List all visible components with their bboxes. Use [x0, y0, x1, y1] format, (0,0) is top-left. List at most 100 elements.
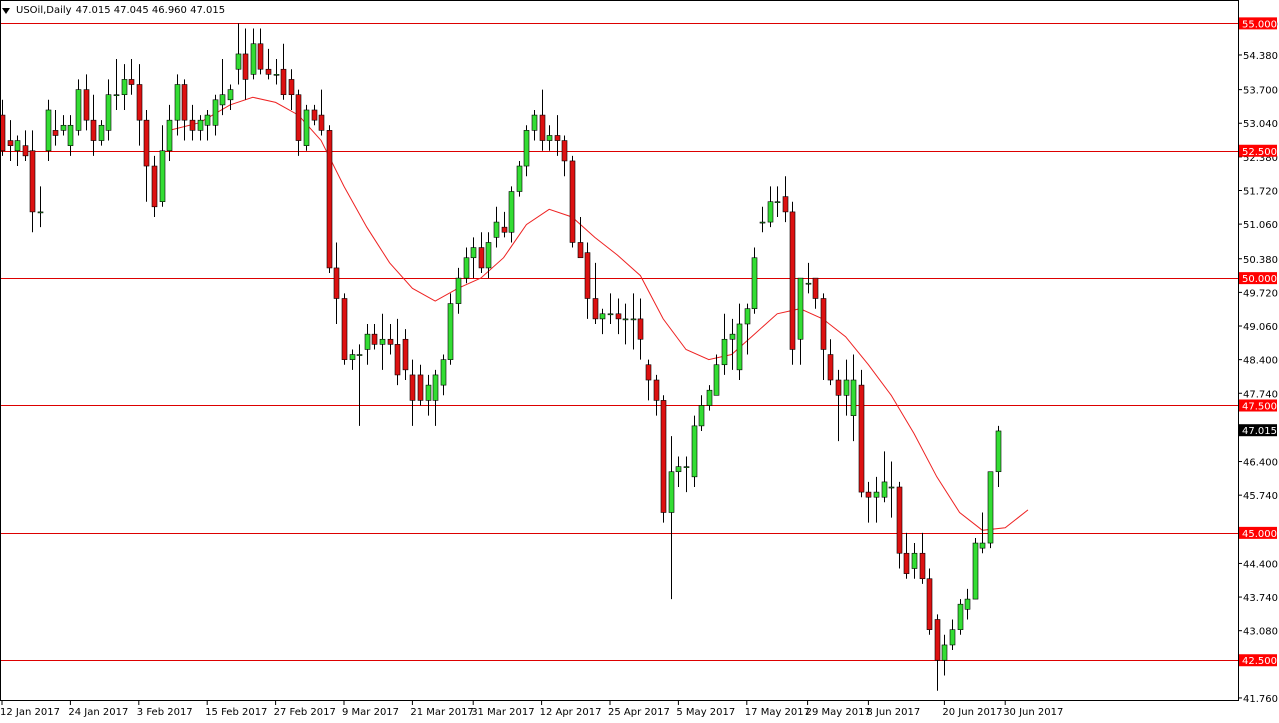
- candle-body-bull: [941, 644, 948, 661]
- candle: [7, 120, 14, 161]
- candle: [181, 79, 188, 141]
- candle-body-bull: [599, 313, 606, 320]
- candle: [485, 232, 492, 279]
- candle-body-bear: [827, 354, 834, 381]
- candle: [235, 23, 242, 85]
- y-axis-tick-label: 51.720: [1243, 186, 1278, 197]
- candle-body-bear: [341, 298, 348, 360]
- y-axis-tick-label: 53.040: [1243, 119, 1278, 130]
- y-axis-tick-label: 48.400: [1243, 356, 1278, 367]
- candle: [105, 79, 112, 141]
- candle-body-bear: [151, 165, 158, 208]
- candle: [311, 104, 318, 126]
- y-axis-tick-label: 41.760: [1243, 694, 1278, 705]
- candle: [683, 456, 690, 493]
- x-axis-tick-label: 31 Mar 2017: [471, 707, 534, 718]
- candle: [637, 298, 644, 360]
- candle: [318, 89, 325, 136]
- candle-body-bull: [736, 323, 743, 371]
- candle-body-bear: [371, 333, 378, 345]
- candle-body-bull: [349, 354, 356, 360]
- candle-body-bull: [979, 542, 986, 549]
- x-axis-tick-label: 15 Feb 2017: [205, 707, 267, 718]
- candle-body-bull: [744, 308, 751, 325]
- chart-window[interactable]: 55.00054.38053.70053.04052.38051.72051.0…: [0, 0, 1279, 723]
- x-axis-tick-label: 8 Jun 2017: [866, 707, 920, 718]
- candle: [630, 293, 637, 350]
- candle: [371, 323, 378, 350]
- candle-body-bull: [531, 114, 538, 131]
- x-axis-tick-label: 27 Feb 2017: [274, 707, 336, 718]
- candle: [706, 385, 713, 411]
- candle: [675, 456, 682, 488]
- candle: [539, 89, 546, 151]
- candle-body-bull: [159, 150, 166, 203]
- dropdown-triangle-icon[interactable]: [2, 7, 10, 14]
- candle: [516, 160, 523, 197]
- candle-body-bear: [22, 145, 29, 157]
- candle: [653, 374, 660, 416]
- candle: [394, 318, 401, 386]
- candle-body-bull: [98, 124, 105, 141]
- candle-body-bear: [242, 53, 249, 80]
- candle-body-bull: [364, 333, 371, 350]
- price-chart[interactable]: 55.00054.38053.70053.04052.38051.72051.0…: [0, 0, 1279, 723]
- candle: [326, 125, 333, 274]
- candle: [531, 109, 538, 141]
- candle: [204, 109, 211, 141]
- y-axis-tick-label: 43.740: [1243, 593, 1278, 604]
- candle-body-bull: [516, 165, 523, 192]
- candle: [957, 599, 964, 635]
- x-axis-tick-label: 5 May 2017: [676, 707, 735, 718]
- candle: [166, 104, 173, 161]
- candle: [911, 543, 918, 579]
- candle: [843, 359, 850, 416]
- candle-body-bull: [607, 313, 614, 316]
- candle-body-bear: [865, 491, 872, 498]
- ohlc-readout: 47.015 47.045 46.960 47.015: [75, 5, 226, 16]
- candle-body-bear: [926, 578, 933, 630]
- candle-body-bear: [660, 400, 667, 513]
- candle-body-bull: [485, 242, 492, 269]
- candle-body-bull: [957, 603, 964, 630]
- candle-body-bear: [539, 114, 546, 141]
- candle: [303, 104, 310, 151]
- candle: [599, 308, 606, 335]
- candle: [440, 354, 447, 396]
- candle-body-bull: [508, 191, 515, 233]
- current-price-tag-label: 47.015: [1242, 426, 1277, 437]
- chart-header: USOil,Daily 47.015 47.045 46.960 47.015: [2, 5, 225, 16]
- candle-body-bull: [850, 379, 857, 416]
- candle: [789, 201, 796, 365]
- candle: [14, 135, 21, 167]
- candle-body-bear: [903, 552, 910, 574]
- candle: [174, 74, 181, 136]
- candle-body-bull: [121, 79, 128, 96]
- candle-body-bull: [964, 598, 971, 610]
- candle-body-bull: [805, 282, 812, 285]
- candle: [964, 588, 971, 620]
- y-axis-tick-label: 50.380: [1243, 255, 1278, 266]
- x-axis-tick-label: 3 Feb 2017: [137, 707, 193, 718]
- candle-body-bull: [729, 333, 736, 340]
- candle-body-bear: [90, 119, 97, 141]
- candle: [668, 436, 675, 600]
- candle-body-bull: [440, 359, 447, 386]
- candle: [501, 211, 508, 238]
- candle: [128, 59, 135, 95]
- candle: [189, 104, 196, 141]
- candle-body-bear: [128, 79, 135, 85]
- candle: [22, 130, 29, 161]
- candle: [470, 237, 477, 279]
- x-axis-tick-label: 12 Jan 2017: [0, 707, 60, 718]
- candle: [858, 369, 865, 498]
- candle-body-bear: [789, 211, 796, 350]
- candle: [919, 532, 926, 584]
- candle: [197, 115, 204, 141]
- candle-body-bull: [691, 425, 698, 478]
- candle: [341, 293, 348, 365]
- y-axis-tick-label: 46.400: [1243, 458, 1278, 469]
- candle-body-bull: [425, 384, 432, 401]
- candle-body-bull: [888, 486, 895, 489]
- candle-body-bull: [37, 211, 44, 214]
